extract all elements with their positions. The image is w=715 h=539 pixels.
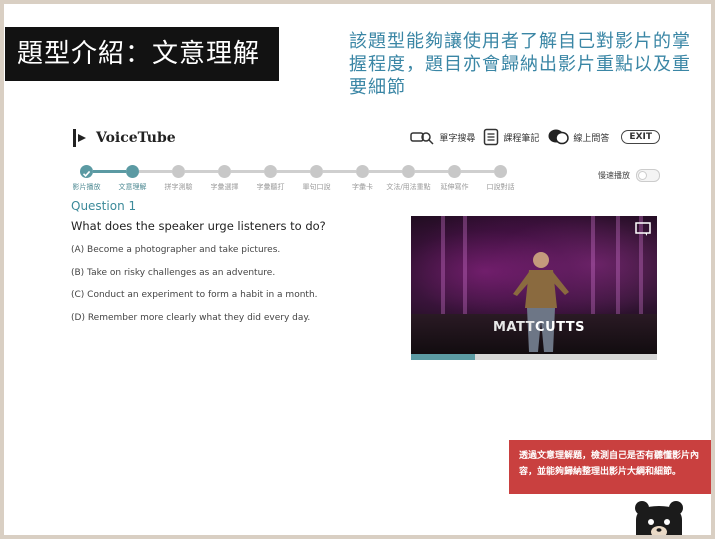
step-dot-10[interactable] [494,165,507,178]
step-label-6: 單句口說 [302,183,331,191]
step-label-7: 字彙卡 [352,183,373,191]
step-connector [369,170,402,173]
step-label-10: 口說對話 [486,183,515,191]
step-dot-1[interactable] [80,165,93,178]
online-qa-label: 線上問答 [573,133,610,144]
video-watermark: MATTCUTTS [493,320,586,335]
slide-title: 題型介紹：文意理解 [5,27,279,81]
step-dot-3[interactable] [172,165,185,178]
slow-play-control: 慢速播放 [598,169,660,182]
step-connector [323,170,356,173]
step-connector [139,170,172,173]
step-progress: 影片播放 文意理解 拼字測驗 字彙選擇 字彙聽打 單句口說 字彙卡 文法/用法重點 延伸寫作 口說… [72,164,515,194]
brand-logo[interactable]: VoiceTube [72,128,176,148]
brand-name: VoiceTube [96,130,176,146]
step-label-9: 延伸寫作 [440,183,469,191]
step-connector [185,170,218,173]
video-progress-fill [411,354,475,360]
answer-option-a[interactable]: (A) Become a photographer and take pictu… [71,245,318,268]
step-label-2: 文意理解 [118,183,147,191]
step-label-5: 字彙聽打 [256,183,285,191]
slow-play-label: 慢速播放 [598,171,630,180]
bear-mascot-icon [635,501,683,535]
notes-icon [484,128,499,146]
speaker-figure [513,252,569,352]
magnifier-icon [410,132,434,145]
exit-button[interactable]: EXIT [621,130,660,144]
video-progress-bar[interactable] [411,354,657,360]
video-player[interactable]: MATTCUTTS [411,216,657,354]
step-dot-5[interactable] [264,165,277,178]
slow-play-toggle[interactable] [636,169,660,182]
step-dot-8[interactable] [402,165,415,178]
tip-box: 透過文意理解題，檢測自己是否有聽懂影片內容，並能夠歸納整理出影片大綱和細節。 [509,440,711,494]
step-connector [231,170,264,173]
slide: 題型介紹：文意理解 該題型能夠讓使用者了解自己對影片的掌握程度，題目亦會歸納出影… [4,4,711,535]
answer-options: (A) Become a photographer and take pictu… [71,245,318,335]
step-label-3: 拼字測驗 [164,183,193,191]
check-icon [82,170,91,177]
toolbar: 單字搜尋 課程筆記 線上問答 EXIT [409,128,660,146]
course-notes-label: 課程筆記 [503,133,540,144]
step-dot-6[interactable] [310,165,323,178]
course-notes-button[interactable]: 課程筆記 [483,128,539,146]
step-connector [93,170,126,173]
step-dot-7[interactable] [356,165,369,178]
step-label-1: 影片播放 [72,183,101,191]
slide-description: 該題型能夠讓使用者了解自己對影片的掌握程度，題目亦會歸納出影片重點以及重要細節 [349,31,691,98]
word-lookup-button[interactable]: 單字搜尋 [409,129,475,145]
subtitle-icon[interactable] [635,222,651,236]
step-label-4: 字彙選擇 [210,183,239,191]
chat-bubbles-icon [548,129,570,145]
voicetube-app: VoiceTube 單字搜尋 課程筆記 線上問答 EXIT 影片播放 文意理解 … [66,122,666,372]
step-connector [277,170,310,173]
step-connector [415,170,448,173]
voicetube-logo-icon [73,129,86,147]
word-lookup-label: 單字搜尋 [439,133,476,144]
question-text: What does the speaker urge listeners to … [71,219,326,233]
step-dot-2[interactable] [126,165,139,178]
step-connector [461,170,494,173]
question-number: Question 1 [71,199,137,213]
answer-option-d[interactable]: (D) Remember more clearly what they did … [71,313,318,336]
answer-option-b[interactable]: (B) Take on risky challenges as an adven… [71,268,318,291]
answer-option-c[interactable]: (C) Conduct an experiment to form a habi… [71,290,318,313]
step-dot-9[interactable] [448,165,461,178]
online-qa-button[interactable]: 線上問答 [547,128,609,146]
step-label-8: 文法/用法重點 [386,183,431,191]
step-dot-4[interactable] [218,165,231,178]
